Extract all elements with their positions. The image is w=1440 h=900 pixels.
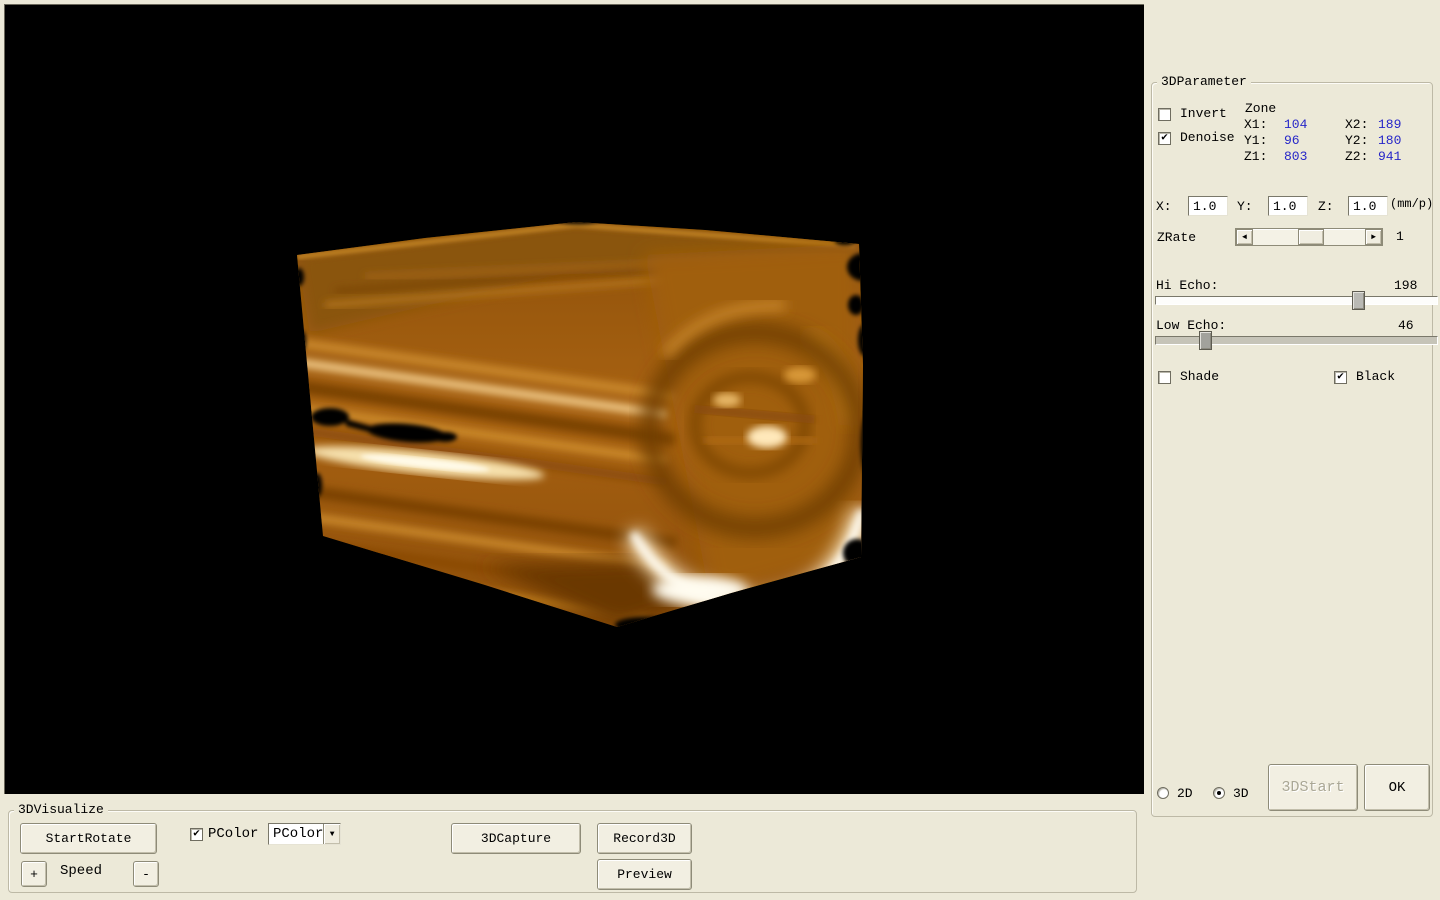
- spacing-z-label: Z:: [1318, 199, 1334, 214]
- zone-z1-value: 803: [1284, 149, 1307, 164]
- speed-plus-button[interactable]: +: [21, 861, 47, 887]
- hi-echo-slider-track[interactable]: [1155, 296, 1438, 305]
- black-checkbox[interactable]: ✔: [1334, 371, 1347, 384]
- pcolor-checkbox[interactable]: ✔: [190, 828, 203, 841]
- start-rotate-button[interactable]: StartRotate: [20, 823, 157, 854]
- zone-z2-label: Z2:: [1345, 149, 1368, 164]
- zrate-scroll-left-button[interactable]: ◄: [1236, 229, 1253, 245]
- invert-checkbox[interactable]: [1158, 108, 1171, 121]
- zrate-scrollbar[interactable]: ◄ ►: [1235, 228, 1383, 246]
- capture3d-button[interactable]: 3DCapture: [451, 823, 581, 854]
- check-icon: ✔: [1337, 372, 1344, 383]
- zrate-label: ZRate: [1157, 230, 1196, 245]
- record3d-button[interactable]: Record3D: [597, 823, 692, 854]
- black-label: Black: [1356, 369, 1395, 384]
- low-echo-slider-track[interactable]: [1155, 336, 1438, 345]
- hi-echo-slider-thumb[interactable]: [1352, 291, 1365, 310]
- zone-title: Zone: [1245, 101, 1276, 116]
- zone-y2-label: Y2:: [1345, 133, 1368, 148]
- scroll-right-icon: ►: [1371, 233, 1376, 242]
- zone-y2-value: 180: [1378, 133, 1401, 148]
- spacing-y-input[interactable]: [1268, 196, 1308, 216]
- denoise-label: Denoise: [1180, 130, 1235, 145]
- zrate-value: 1: [1396, 229, 1404, 244]
- shade-checkbox[interactable]: [1158, 371, 1171, 384]
- hi-echo-label: Hi Echo:: [1156, 278, 1218, 293]
- zone-z1-label: Z1:: [1244, 149, 1267, 164]
- speed-minus-button[interactable]: -: [133, 861, 159, 887]
- mode-3d-label: 3D: [1233, 786, 1249, 801]
- pcolor-checkbox-label: PColor: [208, 827, 258, 842]
- parameter-groupbox: 3DParameter: [1151, 82, 1433, 817]
- zrate-scroll-right-button[interactable]: ►: [1365, 229, 1382, 245]
- ok-button[interactable]: OK: [1364, 764, 1430, 811]
- zone-x2-value: 189: [1378, 117, 1401, 132]
- pcolor-dropdown[interactable]: PColor ▼: [268, 823, 341, 845]
- render-viewport[interactable]: [4, 4, 1144, 794]
- scroll-left-icon: ◄: [1242, 233, 1247, 242]
- low-echo-slider-thumb[interactable]: [1199, 331, 1212, 350]
- visualize-group-title: 3DVisualize: [14, 802, 108, 818]
- zone-x1-value: 104: [1284, 117, 1307, 132]
- invert-label: Invert: [1180, 106, 1227, 121]
- spacing-unit-label: (mm/p): [1390, 197, 1433, 212]
- zone-y1-label: Y1:: [1244, 133, 1267, 148]
- low-echo-label: Low Echo:: [1156, 318, 1226, 333]
- low-echo-value: 46: [1398, 318, 1414, 333]
- parameter-group-title: 3DParameter: [1157, 74, 1251, 90]
- zone-x2-label: X2:: [1345, 117, 1368, 132]
- dropdown-arrow-icon[interactable]: ▼: [323, 824, 340, 844]
- start3d-button[interactable]: 3DStart: [1268, 764, 1358, 811]
- zrate-scroll-thumb[interactable]: [1298, 229, 1324, 245]
- hi-echo-value: 198: [1394, 278, 1417, 293]
- spacing-z-input[interactable]: [1348, 196, 1388, 216]
- denoise-checkbox[interactable]: ✔: [1158, 132, 1171, 145]
- spacing-x-input[interactable]: [1188, 196, 1228, 216]
- check-icon: ✔: [193, 829, 200, 840]
- spacing-x-label: X:: [1156, 199, 1172, 214]
- shade-label: Shade: [1180, 369, 1219, 384]
- preview-button[interactable]: Preview: [597, 859, 692, 890]
- speed-label: Speed: [60, 864, 102, 879]
- zone-x1-label: X1:: [1244, 117, 1267, 132]
- check-icon: ✔: [1161, 133, 1168, 144]
- mode-2d-radio[interactable]: [1157, 787, 1169, 799]
- spacing-y-label: Y:: [1237, 199, 1253, 214]
- pcolor-dropdown-value: PColor: [269, 826, 323, 842]
- zone-y1-value: 96: [1284, 133, 1300, 148]
- mode-3d-radio[interactable]: [1213, 787, 1225, 799]
- mode-2d-label: 2D: [1177, 786, 1193, 801]
- zone-z2-value: 941: [1378, 149, 1401, 164]
- volume-render: [5, 5, 1145, 795]
